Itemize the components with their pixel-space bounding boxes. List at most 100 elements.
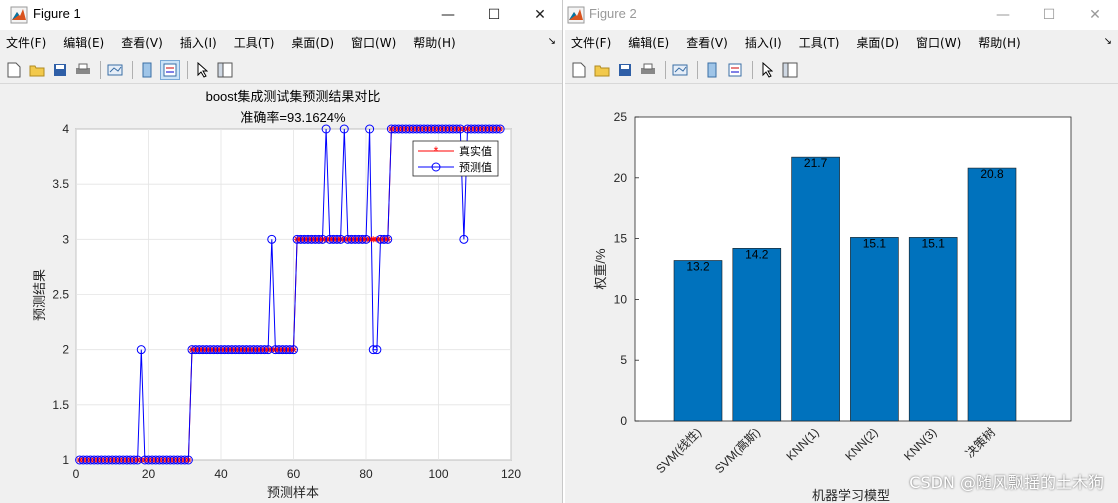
x-tick-label: 120 — [501, 467, 521, 481]
minimize-button[interactable]: — — [980, 0, 1026, 30]
colorbar-icon[interactable] — [137, 60, 157, 80]
open-file-icon[interactable] — [27, 60, 47, 80]
link-plot-icon[interactable] — [670, 60, 690, 80]
menu-overflow-icon[interactable]: ↘ — [1104, 36, 1112, 47]
menu-tools[interactable]: 工具(T) — [799, 34, 840, 51]
menu-view[interactable]: 查看(V) — [686, 34, 728, 51]
open-file-icon[interactable] — [592, 60, 612, 80]
bar — [850, 237, 899, 422]
menu-overflow-icon[interactable]: ↘ — [548, 36, 556, 47]
legend[interactable]: * 真实值 预测值 — [412, 140, 499, 177]
bar-value-label: 13.2 — [686, 259, 710, 273]
figure-canvas: 0 5 10 15 20 25 SVM(线性) SVM(高斯) KNN(1) KNN(2) KNN(… — [565, 85, 1118, 503]
toolbar — [565, 56, 1118, 84]
bar — [732, 248, 782, 422]
x-tick-label: 100 — [428, 467, 448, 481]
matlab-icon — [567, 6, 585, 24]
bar-value-label: 14.2 — [745, 247, 769, 261]
print-icon[interactable] — [73, 60, 93, 80]
y-tick-label: 2 — [62, 343, 69, 357]
x-axis-label: 机器学习模型 — [812, 488, 890, 503]
toolbar-divider — [100, 60, 101, 79]
x-tick-label: KNN(1) — [784, 425, 822, 463]
menu-file[interactable]: 文件(F) — [571, 34, 611, 51]
chart-title: boost集成测试集预测结果对比 — [206, 89, 381, 104]
menu-window[interactable]: 窗口(W) — [916, 34, 961, 51]
new-figure-icon[interactable] — [569, 60, 589, 80]
menu-view[interactable]: 查看(V) — [121, 34, 163, 51]
legend-true-label: 真实值 — [459, 144, 492, 158]
x-tick-label: 0 — [73, 467, 80, 481]
y-axis-label: 预测结果 — [32, 269, 47, 321]
bar-value-label: 15.1 — [863, 236, 887, 250]
figure-canvas: 0 20 40 60 80 100 120 1 1.5 2 2.5 3 3.5 4 boost集成测试集预… — [0, 85, 562, 503]
toolbar-divider — [752, 60, 753, 79]
menu-edit[interactable]: 编辑(E) — [628, 34, 669, 51]
y-tick-label: 0 — [620, 414, 627, 428]
bar — [673, 260, 723, 422]
y-tick-label: 1 — [62, 453, 69, 467]
menu-insert[interactable]: 插入(I) — [180, 34, 217, 51]
title-bar[interactable]: Figure 1 — ☐ ✕ — [0, 0, 562, 30]
figure2-window: Figure 2 — ☐ ✕ 文件(F) 编辑(E) 查看(V) 插入(I) 工… — [565, 0, 1118, 503]
y-tick-label: 15 — [614, 232, 628, 246]
toolbar-divider — [697, 60, 698, 79]
legend-pred-label: 预测值 — [459, 161, 492, 174]
edit-plot-icon[interactable] — [192, 60, 212, 80]
x-tick-label: KNN(3) — [901, 425, 939, 463]
save-icon[interactable] — [615, 60, 635, 80]
legend-true-marker: * — [434, 144, 439, 158]
x-tick-label: KNN(2) — [842, 425, 880, 463]
x-tick-label: 决策树 — [962, 425, 998, 461]
menu-bar: 文件(F) 编辑(E) 查看(V) 插入(I) 工具(T) 桌面(D) 窗口(W… — [565, 30, 1118, 55]
save-icon[interactable] — [50, 60, 70, 80]
title-bar[interactable]: Figure 2 — ☐ ✕ — [565, 0, 1118, 30]
menu-tools[interactable]: 工具(T) — [234, 34, 275, 51]
y-axis-label: 权重/% — [593, 248, 608, 290]
y-tick-label: 25 — [614, 110, 628, 124]
colorbar-icon[interactable] — [702, 60, 722, 80]
close-button[interactable]: ✕ — [1072, 0, 1118, 30]
x-tick-label: 80 — [359, 467, 373, 481]
toolbar — [0, 56, 562, 84]
toolbar-divider — [132, 60, 133, 79]
maximize-button[interactable]: ☐ — [1026, 0, 1072, 30]
legend-icon[interactable] — [160, 59, 180, 80]
menu-insert[interactable]: 插入(I) — [745, 34, 782, 51]
toolbar-divider — [187, 60, 188, 79]
menu-edit[interactable]: 编辑(E) — [63, 34, 104, 51]
bar-value-label: 21.7 — [804, 156, 828, 170]
weight-bar-chart: 0 5 10 15 20 25 SVM(线性) SVM(高斯) KNN(1) KNN(2) KNN(… — [593, 110, 1072, 503]
y-tick-label: 5 — [620, 353, 627, 367]
menu-help[interactable]: 帮助(H) — [978, 34, 1020, 51]
close-button[interactable]: ✕ — [517, 0, 562, 30]
print-icon[interactable] — [638, 60, 658, 80]
bar — [967, 167, 1017, 422]
new-figure-icon[interactable] — [4, 60, 24, 80]
x-tick-label: 20 — [142, 467, 156, 481]
minimize-button[interactable]: — — [425, 0, 471, 30]
y-tick-label: 2.5 — [52, 288, 69, 302]
link-plot-icon[interactable] — [105, 60, 125, 80]
property-inspector-icon[interactable] — [215, 60, 235, 80]
menu-desktop[interactable]: 桌面(D) — [291, 34, 334, 51]
menu-window[interactable]: 窗口(W) — [351, 34, 396, 51]
chart-subtitle: 准确率=93.1624% — [240, 110, 346, 125]
x-tick-label: 60 — [287, 467, 301, 481]
menu-help[interactable]: 帮助(H) — [413, 34, 455, 51]
prediction-line-chart: 0 20 40 60 80 100 120 1 1.5 2 2.5 3 3.5 4 boost集成测试集预… — [32, 89, 521, 500]
x-axis-label: 预测样本 — [267, 485, 319, 500]
toolbar-divider — [665, 60, 666, 79]
watermark: CSDN @随风飘摇的土木狗 — [909, 473, 1104, 492]
property-inspector-icon[interactable] — [780, 60, 800, 80]
x-tick-label: 40 — [214, 467, 228, 481]
bar — [791, 156, 840, 422]
legend-icon[interactable] — [725, 60, 745, 80]
maximize-button[interactable]: ☐ — [471, 0, 517, 30]
edit-plot-icon[interactable] — [757, 60, 777, 80]
y-tick-label: 4 — [62, 122, 69, 136]
window-title: Figure 2 — [589, 6, 637, 21]
menu-desktop[interactable]: 桌面(D) — [856, 34, 899, 51]
bar-value-label: 20.8 — [980, 167, 1004, 181]
menu-file[interactable]: 文件(F) — [6, 34, 46, 51]
